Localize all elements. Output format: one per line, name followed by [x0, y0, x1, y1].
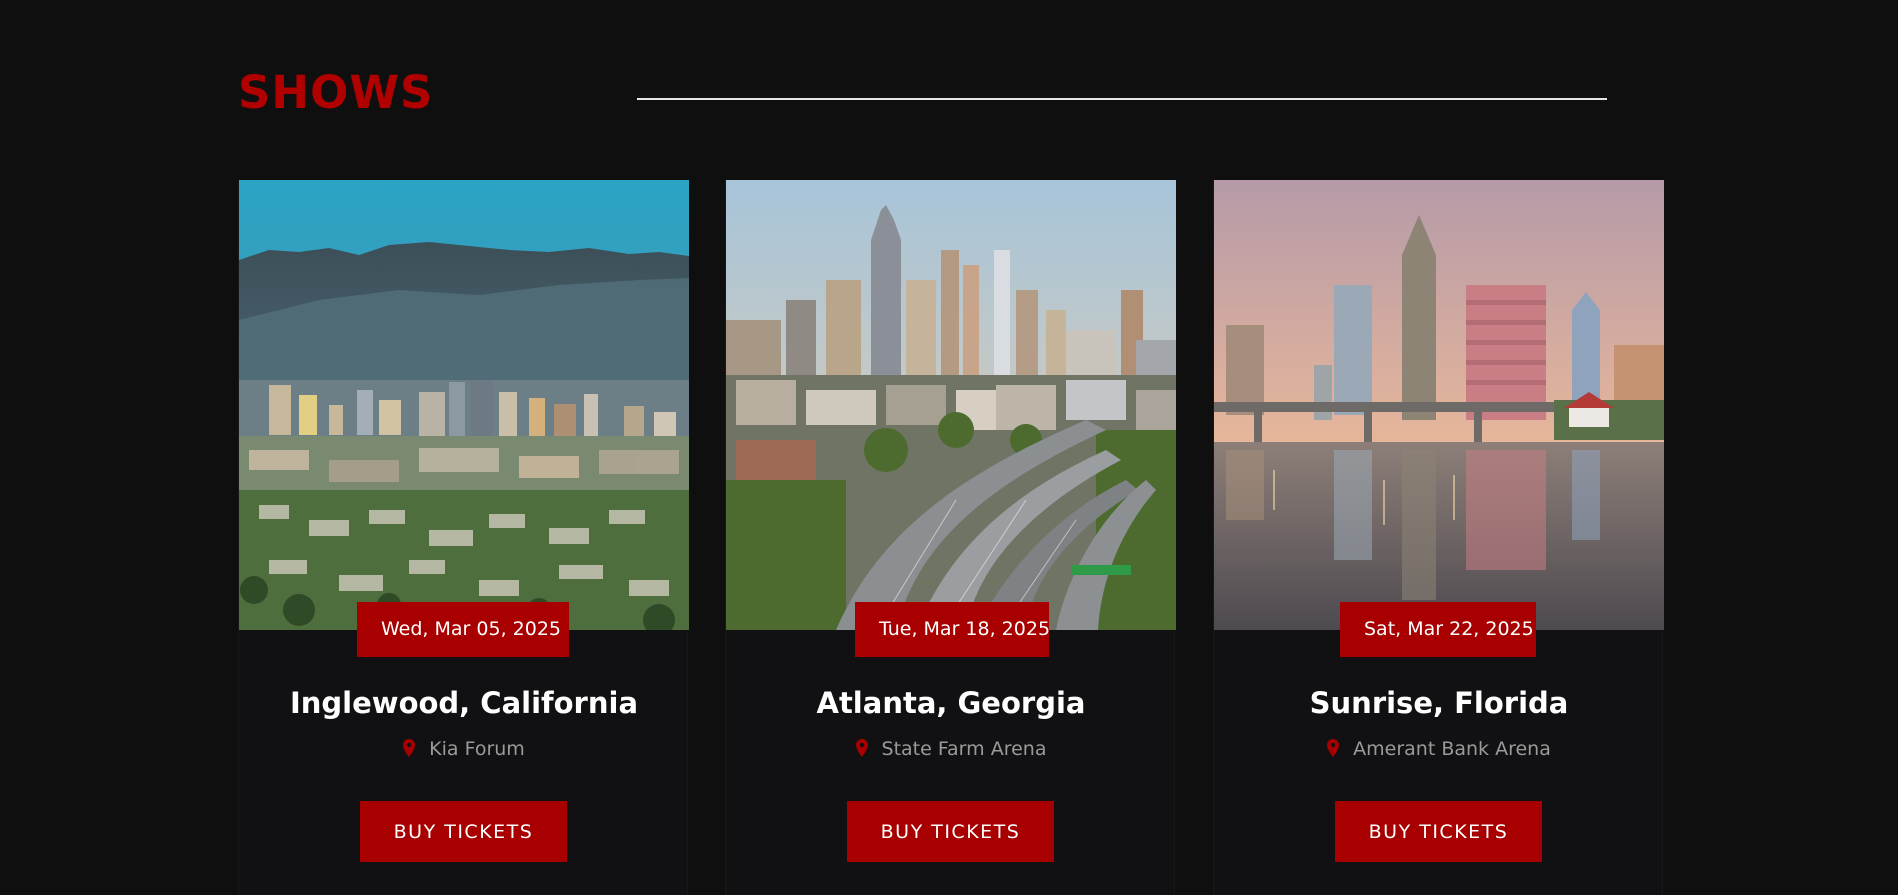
section-title: SHOWS — [238, 66, 434, 119]
map-pin-icon — [1327, 739, 1340, 763]
buy-tickets-button[interactable]: BUY TICKETS — [360, 801, 567, 862]
map-pin-icon — [855, 739, 868, 763]
buy-tickets-button[interactable]: BUY TICKETS — [1335, 801, 1542, 862]
show-card: Wed, Mar 05, 2025 Inglewood, California … — [238, 180, 689, 895]
section-header: SHOWS — [238, 66, 1607, 126]
show-image — [1214, 180, 1664, 630]
show-date-badge: Sat, Mar 22, 2025 — [1340, 602, 1536, 657]
show-venue: Amerant Bank Arena — [1214, 738, 1664, 763]
show-venue: State Farm Arena — [726, 738, 1176, 763]
show-venue: Kia Forum — [239, 738, 689, 763]
show-venue-name: State Farm Arena — [881, 738, 1047, 760]
section-divider — [637, 98, 1607, 100]
show-venue-name: Amerant Bank Arena — [1353, 738, 1551, 760]
show-venue-name: Kia Forum — [429, 738, 525, 760]
shows-card-grid: Wed, Mar 05, 2025 Inglewood, California … — [238, 180, 1664, 895]
show-date-badge: Wed, Mar 05, 2025 — [357, 602, 569, 657]
show-city: Atlanta, Georgia — [816, 686, 1086, 720]
shows-page: SHOWS Wed, Mar 05, 2025 Inglewood, Calif… — [0, 0, 1898, 895]
show-image — [239, 180, 689, 630]
show-image — [726, 180, 1176, 630]
show-city: Sunrise, Florida — [1309, 686, 1569, 720]
show-city: Inglewood, California — [289, 686, 639, 720]
show-date-badge: Tue, Mar 18, 2025 — [855, 602, 1050, 657]
buy-tickets-button[interactable]: BUY TICKETS — [847, 801, 1054, 862]
map-pin-icon — [403, 739, 416, 763]
show-card: Tue, Mar 18, 2025 Atlanta, Georgia State… — [725, 180, 1176, 895]
show-card: Sat, Mar 22, 2025 Sunrise, Florida Amera… — [1213, 180, 1664, 895]
